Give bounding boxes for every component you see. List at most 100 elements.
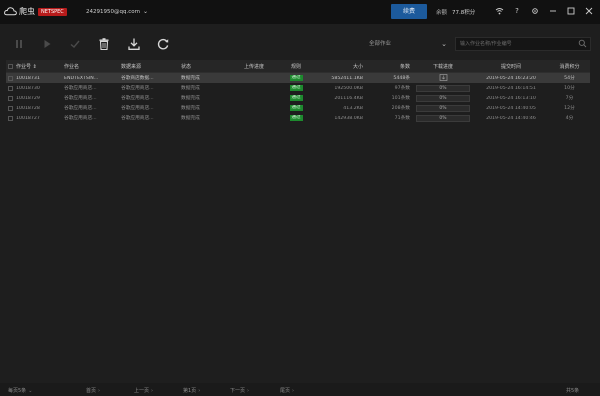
cell-name: 谷歌应用商店... (64, 86, 97, 91)
delete-icon[interactable] (97, 37, 111, 51)
header-name[interactable]: 作业名 (64, 63, 121, 70)
table-row[interactable]: 10018730 谷歌应用商店... 谷歌应用商店... 数据完成 通过 192500.0… (6, 83, 590, 93)
rule-pass-badge: 通过 (289, 75, 303, 81)
cell-source: 谷歌应用商店... (121, 86, 154, 91)
cell-rule: 通过 (283, 95, 309, 101)
minimize-icon[interactable] (548, 6, 558, 16)
cell-time: 2019-05-24 14:40:46 (486, 115, 536, 121)
search-input[interactable]: 输入作业名称/作业编号 (455, 37, 591, 51)
page-indicator: 第1页 › (183, 388, 201, 394)
cell-name: ENDTEXTSIN... (64, 75, 99, 81)
pause-icon[interactable] (12, 37, 26, 51)
title-bar: 爬虫 NETSPEC 24291950@qq.com ⌄ 续费 余额 77.8积分… (0, 0, 600, 24)
cell-count: 101条数 (391, 96, 410, 101)
rule-pass-badge: 通过 (289, 105, 303, 111)
rule-pass-badge: 通过 (289, 115, 303, 121)
cell-fee: 10分 (564, 86, 575, 91)
maximize-icon[interactable] (566, 6, 576, 16)
rule-pass-badge: 通过 (289, 85, 303, 91)
header-source[interactable]: 数据来源 (121, 63, 181, 70)
table-row[interactable]: 10018727 谷歌应用商店... 谷歌应用商店... 数据完成 通过 142938.0… (6, 113, 590, 123)
cell-fee: 54分 (564, 76, 575, 81)
table-row[interactable]: 10018728 谷歌应用商店... 谷歌应用商店... 数据完成 通过 413.2KB 2… (6, 103, 590, 113)
cell-state: 数据完成 (181, 116, 200, 121)
cell-source: 谷歌应用商店... (121, 116, 154, 121)
renew-button[interactable]: 续费 (391, 4, 427, 19)
help-icon[interactable]: ? (512, 6, 522, 16)
next-page-button[interactable]: 下一页 › (230, 387, 249, 394)
account-dropdown[interactable]: 24291950@qq.com ⌄ (86, 8, 148, 15)
close-icon[interactable] (584, 6, 594, 16)
pagination-bar: 每页5条 ⌄ 首页 › 上一页 › 第1页 › 下一页 › 尾页 › 共5条 (0, 383, 600, 396)
header-upload[interactable]: 上传进度 (225, 63, 283, 70)
search-icon[interactable] (578, 39, 587, 48)
per-page-select[interactable]: 每页5条 ⌄ (8, 387, 32, 394)
cell-rule: 通过 (283, 85, 309, 91)
header-size[interactable]: 大小 (309, 63, 367, 70)
cell-rule: 通过 (283, 75, 309, 81)
header-fee[interactable]: 消费积分 (549, 63, 590, 70)
settings-icon[interactable] (530, 6, 540, 16)
app-badge: NETSPEC (38, 7, 67, 16)
header-id[interactable]: 作业号 ⇕ (16, 63, 64, 70)
cell-id: 10018730 (16, 85, 40, 91)
total-count: 共5条 (566, 388, 580, 394)
download-progress-bar: 0% (416, 104, 470, 112)
header-count[interactable]: 条数 (367, 63, 413, 70)
cell-id: 10018728 (16, 105, 40, 111)
cell-state: 数据完成 (181, 86, 200, 91)
app-logo: 爬虫 NETSPEC (4, 5, 67, 18)
play-icon[interactable] (40, 37, 54, 51)
cell-count: 5448条 (393, 76, 410, 81)
row-checkbox[interactable] (6, 75, 16, 81)
row-checkbox[interactable] (6, 85, 16, 91)
cell-source: 谷歌应用商店... (121, 106, 154, 111)
cell-progress: 0% (413, 104, 473, 112)
table-row[interactable]: 10018729 谷歌应用商店... 谷歌应用商店... 数据完成 通过 201116.4… (6, 93, 590, 103)
task-filter-select[interactable]: 全部作业 ⌄ (369, 37, 449, 51)
table-row[interactable]: 10018731 ENDTEXTSIN... 谷歌商店数据... 数据完成 通过 5852… (6, 73, 590, 83)
header-rule[interactable]: 规则 (283, 63, 309, 70)
search-placeholder: 输入作业名称/作业编号 (460, 41, 512, 47)
cell-state: 数据完成 (181, 76, 200, 81)
cell-size: 5852411.1KB (331, 75, 363, 81)
cell-progress (413, 73, 473, 83)
refresh-icon[interactable] (156, 37, 170, 51)
prev-page-button[interactable]: 上一页 › (134, 387, 153, 394)
cell-size: 142938.0KB (334, 115, 363, 121)
cell-id: 10018727 (16, 115, 40, 121)
cell-time: 2019-05-24 16:14:51 (486, 85, 536, 91)
check-icon[interactable] (68, 37, 82, 51)
row-checkbox[interactable] (6, 105, 16, 111)
row-checkbox[interactable] (6, 115, 16, 121)
wifi-icon[interactable] (494, 6, 504, 16)
header-state[interactable]: 状态 (181, 63, 225, 70)
cell-size: 201116.4KB (334, 95, 363, 101)
balance-display: 余额 77.8积分 (436, 8, 475, 16)
cell-rule: 通过 (283, 105, 309, 111)
row-checkbox[interactable] (6, 95, 16, 101)
balance-label: 余额 (436, 10, 448, 16)
cell-source: 谷歌应用商店... (121, 96, 154, 101)
cell-state: 数据完成 (181, 96, 200, 101)
chevron-down-icon: ⌄ (142, 8, 149, 15)
cell-rule: 通过 (283, 115, 309, 121)
download-file-icon[interactable] (439, 73, 448, 81)
cell-count: 71条数 (394, 116, 410, 121)
last-page-button[interactable]: 尾页 › (280, 387, 294, 394)
cell-fee: 12分 (564, 106, 575, 111)
cell-fee: 4分 (565, 116, 574, 121)
download-progress-bar: 0% (416, 114, 470, 122)
header-progress[interactable]: 下载进度 (413, 63, 473, 70)
cell-name: 谷歌应用商店... (64, 106, 97, 111)
first-page-button[interactable]: 首页 › (86, 387, 100, 394)
task-table: 作业号 ⇕ 作业名 数据来源 状态 上传进度 规则 大小 条数 下载进度 提交时… (6, 60, 590, 123)
select-all-checkbox[interactable] (6, 63, 16, 69)
table-header: 作业号 ⇕ 作业名 数据来源 状态 上传进度 规则 大小 条数 下载进度 提交时… (6, 60, 590, 73)
cell-name: 谷歌应用商店... (64, 116, 97, 121)
cell-count: 208条数 (391, 106, 410, 111)
cell-name: 谷歌应用商店... (64, 96, 97, 101)
header-time[interactable]: 提交时间 (473, 63, 549, 70)
download-icon[interactable] (127, 37, 141, 51)
chevron-down-icon: ⌄ (441, 40, 447, 48)
